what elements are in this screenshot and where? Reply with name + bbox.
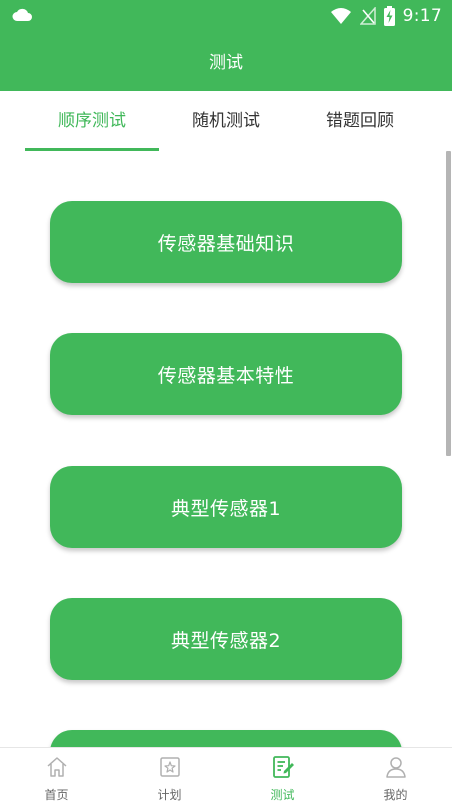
tab-sequential-test[interactable]: 顺序测试 bbox=[25, 91, 159, 151]
battery-charging-icon bbox=[383, 6, 395, 26]
tab-wrong-review[interactable]: 错题回顾 bbox=[293, 91, 427, 151]
status-time: 9:17 bbox=[402, 6, 442, 26]
nav-item-profile[interactable]: 我的 bbox=[339, 748, 452, 806]
test-button[interactable]: 传感器基本特性 bbox=[50, 333, 402, 415]
home-icon bbox=[47, 757, 67, 777]
nav-item-home[interactable]: 首页 bbox=[0, 748, 113, 806]
scrollbar[interactable] bbox=[446, 151, 451, 747]
no-signal-icon bbox=[359, 7, 376, 25]
test-list: 传感器基础知识 传感器基本特性 典型传感器1 典型传感器2 bbox=[0, 151, 452, 747]
nav-item-plan[interactable]: 计划 bbox=[113, 748, 226, 806]
bottom-nav: 首页 计划 测试 我的 bbox=[0, 747, 452, 806]
tab-bar: 顺序测试 随机测试 错题回顾 bbox=[0, 91, 452, 151]
plan-icon bbox=[160, 757, 180, 777]
tab-random-test[interactable]: 随机测试 bbox=[159, 91, 293, 151]
test-button[interactable] bbox=[50, 730, 402, 747]
nav-label: 计划 bbox=[157, 788, 182, 802]
nav-label: 我的 bbox=[383, 788, 408, 802]
test-button[interactable]: 典型传感器2 bbox=[50, 598, 402, 680]
test-button[interactable]: 典型传感器1 bbox=[50, 466, 402, 548]
app-header: 9:17 测试 bbox=[0, 0, 452, 91]
nav-item-test[interactable]: 测试 bbox=[226, 748, 339, 806]
status-bar: 9:17 bbox=[0, 0, 452, 32]
nav-label: 测试 bbox=[270, 788, 295, 802]
test-icon bbox=[273, 756, 294, 778]
scrollbar-thumb[interactable] bbox=[446, 151, 451, 456]
page-title: 测试 bbox=[209, 53, 243, 73]
cloud-icon bbox=[12, 8, 32, 21]
wifi-icon bbox=[330, 8, 351, 24]
nav-label: 首页 bbox=[44, 788, 69, 802]
profile-icon bbox=[386, 757, 406, 778]
test-button[interactable]: 传感器基础知识 bbox=[50, 201, 402, 283]
